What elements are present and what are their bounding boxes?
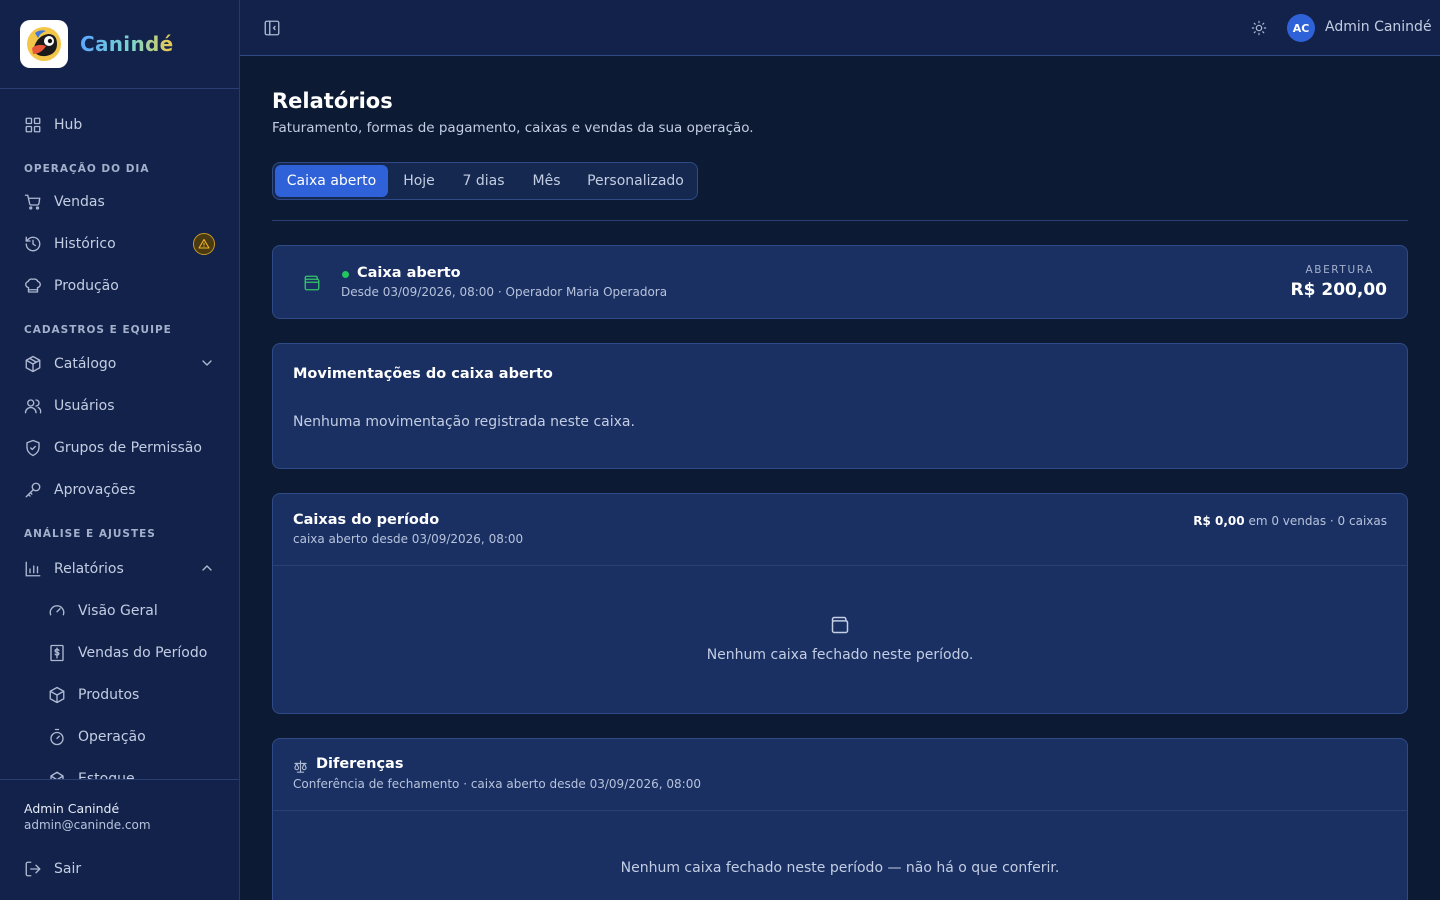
sidebar-item-label: Relatórios [54, 561, 124, 577]
sidebar-subitem-vendas-periodo[interactable]: Vendas do Período [0, 635, 239, 671]
page-subtitle: Faturamento, formas de pagamento, caixas… [272, 120, 754, 136]
section-label-cadastros: CADASTROS E EQUIPE [24, 324, 172, 336]
shield-check-icon [26, 439, 40, 457]
sidebar-toggle-icon[interactable] [263, 19, 281, 37]
warning-icon [198, 238, 210, 249]
movements-empty: Nenhuma movimentação registrada neste ca… [293, 414, 635, 430]
sidebar-item-label: Vendas [54, 194, 105, 210]
tab-hoje[interactable]: Hoje [389, 165, 449, 197]
topbar: AC Admin Canindé [240, 0, 1440, 56]
wallet-icon [831, 616, 849, 634]
sidebar-item-label: Catálogo [54, 356, 117, 372]
users-icon [24, 399, 42, 414]
package-icon [49, 686, 65, 704]
bar-chart-icon [25, 561, 41, 577]
sidebar-item-label: Estoque [78, 771, 135, 779]
sidebar-item-label: Visão Geral [78, 603, 158, 619]
sidebar-subitem-operacao[interactable]: Operação [0, 719, 239, 755]
package-icon [25, 355, 41, 373]
logout-icon [25, 861, 41, 877]
sidebar-item-label: Hub [54, 117, 83, 133]
sidebar-item-aprovacoes[interactable]: Aprovações [0, 472, 239, 508]
sidebar-item-vendas[interactable]: Vendas [0, 184, 239, 220]
open-register-detail: Desde 03/09/2026, 08:00 · Operador Maria… [341, 285, 668, 299]
sidebar-item-usuarios[interactable]: Usuários [0, 388, 239, 424]
sun-icon[interactable] [1251, 20, 1267, 36]
opening-value: R$ 200,00 [1290, 280, 1387, 300]
tab-personalizado[interactable]: Personalizado [575, 165, 696, 197]
sidebar-item-historico[interactable]: Histórico [0, 226, 239, 262]
box-icon [50, 771, 64, 779]
sidebar-item-grupos-permissao[interactable]: Grupos de Permissão [0, 430, 239, 466]
sidebar-subitem-produtos[interactable]: Produtos [0, 677, 239, 713]
section-label-analise: ANÁLISE E AJUSTES [24, 528, 156, 540]
topbar-user-name[interactable]: Admin Canindé [1325, 19, 1432, 35]
movements-card: Movimentações do caixa aberto Nenhuma mo… [272, 343, 1408, 469]
warning-badge [193, 233, 215, 255]
divider [272, 220, 1408, 221]
wallet-icon [304, 275, 320, 291]
movements-title: Movimentações do caixa aberto [293, 366, 553, 382]
sidebar-subitem-estoque[interactable]: Estoque [0, 761, 239, 779]
sidebar-user-email: admin@caninde.com [24, 818, 151, 832]
scale-icon [294, 760, 307, 773]
differences-subtitle: Conferência de fechamento · caixa aberto… [293, 777, 701, 791]
sidebar-item-producao[interactable]: Produção [0, 268, 239, 304]
sidebar-item-label: Aprovações [54, 482, 136, 498]
sidebar-item-hub[interactable]: Hub [0, 107, 239, 143]
sidebar-item-label: Grupos de Permissão [54, 440, 202, 456]
cart-icon [24, 194, 41, 210]
sidebar-item-label: Produtos [78, 687, 140, 703]
gauge-icon [49, 605, 65, 616]
avatar[interactable]: AC [1287, 14, 1315, 42]
tab-caixa-aberto[interactable]: Caixa aberto [275, 165, 388, 197]
chevron-down-icon[interactable] [199, 355, 215, 371]
sidebar-subitem-visao-geral[interactable]: Visão Geral [0, 593, 239, 629]
sidebar-item-label: Vendas do Período [78, 645, 208, 661]
open-register-card: Caixa aberto Desde 03/09/2026, 08:00 · O… [272, 245, 1408, 319]
chef-hat-icon [25, 278, 41, 293]
period-summary-rest: em 0 vendas · 0 caixas [1248, 514, 1387, 528]
differences-card: Diferenças Conferência de fechamento · c… [272, 738, 1408, 900]
open-register-title: Caixa aberto [357, 265, 461, 281]
status-dot [342, 271, 349, 278]
section-label-operacao: OPERAÇÃO DO DIA [24, 163, 150, 175]
tab-7-dias[interactable]: 7 dias [449, 165, 518, 197]
chevron-up-icon[interactable] [199, 560, 215, 576]
brand-logo[interactable] [20, 20, 68, 68]
timer-icon [50, 728, 64, 746]
receipt-dollar-icon [50, 644, 64, 662]
history-icon [25, 236, 41, 252]
sidebar-item-label: Produção [54, 278, 119, 294]
sidebar-user-name: Admin Canindé [24, 801, 120, 816]
period-tabs: Caixa aberto Hoje 7 dias Mês Personaliza… [272, 162, 698, 200]
sidebar-footer: Admin Canindé admin@caninde.com Sair [0, 779, 239, 900]
sidebar-nav: Hub OPERAÇÃO DO DIA Vendas Histórico Pro… [0, 89, 239, 779]
sidebar-item-label: Usuários [54, 398, 115, 414]
sidebar-item-relatorios[interactable]: Relatórios [0, 551, 239, 587]
period-summary-value: R$ 0,00 [1193, 514, 1245, 528]
sidebar-item-catalogo[interactable]: Catálogo [0, 346, 239, 382]
sidebar: Canindé Hub OPERAÇÃO DO DIA Vendas Histó… [0, 0, 240, 900]
card-divider [273, 810, 1407, 811]
sidebar-item-label: Operação [78, 729, 146, 745]
grid-icon [25, 117, 41, 133]
logout-label: Sair [54, 861, 82, 877]
period-summary: R$ 0,00 em 0 vendas · 0 caixas [1193, 514, 1387, 528]
period-registers-empty: Nenhum caixa fechado neste período. [706, 647, 974, 663]
brand: Canindé [0, 0, 239, 89]
period-registers-subtitle: caixa aberto desde 03/09/2026, 08:00 [293, 532, 524, 546]
logout-button[interactable]: Sair [0, 851, 239, 887]
tab-mes[interactable]: Mês [518, 165, 575, 197]
sidebar-item-label: Histórico [54, 236, 116, 252]
differences-title: Diferenças [316, 756, 404, 772]
page-title: Relatórios [272, 89, 393, 113]
differences-empty: Nenhum caixa fechado neste período — não… [620, 860, 1060, 876]
opening-label: ABERTURA [1305, 264, 1374, 276]
brand-name: Canindé [80, 32, 174, 56]
key-icon [25, 482, 41, 498]
card-divider [273, 565, 1407, 566]
period-registers-title: Caixas do período [293, 512, 440, 528]
period-registers-card: Caixas do período caixa aberto desde 03/… [272, 493, 1408, 714]
